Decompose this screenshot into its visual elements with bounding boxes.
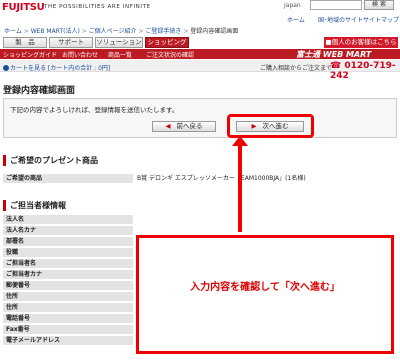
tagline: THE POSSIBILITIES ARE INFINITE <box>44 4 151 10</box>
row-label: 法人名 <box>3 215 133 225</box>
cart-arrow-icon <box>3 65 9 71</box>
sitemap-link[interactable]: サイトマップ <box>363 15 399 24</box>
breadcrumb-item[interactable]: WEB MART(法人) <box>31 28 80 35</box>
search-input[interactable] <box>310 0 362 10</box>
annotation-text: 入力内容を確認して「次へ進む」 <box>190 282 340 293</box>
breadcrumb: ホーム > WEB MART(法人) > ご個人ページ紹介 > ご登録手続き >… <box>4 26 238 35</box>
phone-number: ☎ 0120-719-242 <box>330 61 396 81</box>
breadcrumb-item[interactable]: ご個人ページ紹介 <box>89 28 137 35</box>
product-section-title: ご希望のプレゼント商品 <box>3 155 98 166</box>
search-button[interactable]: 検 索 <box>364 0 394 10</box>
contact-section-title: ご担当者様情報 <box>3 200 66 211</box>
row-label: ご担当者名 <box>3 259 133 269</box>
view-cart-link[interactable]: カートを見る [カート内の合計 : 0円] <box>3 63 110 72</box>
region-label: Japan <box>284 2 301 9</box>
region-site-link[interactable]: 国･地域のサイト <box>318 15 363 24</box>
tab-solution[interactable]: ソリューション <box>95 37 143 48</box>
row-label: 部署名 <box>3 237 133 247</box>
annotation-box: 入力内容を確認して「次へ進む」 <box>136 235 394 354</box>
breadcrumb-current: 登録内容確認画面 <box>190 28 239 35</box>
left-arrow-icon: ◀ <box>165 122 171 130</box>
header: FUJITSU THE POSSIBILITIES ARE INFINITE J… <box>0 0 400 16</box>
phone-number-text: 0120-719-242 <box>330 61 396 81</box>
annotation-arrow-shaft <box>238 140 242 232</box>
web-mart-brand: 富士通 WEB MART <box>296 50 372 59</box>
row-label: 郵便番号 <box>3 281 133 291</box>
table-row: ご希望の商品 B賞 デロンギ エスプレッソメーカー「EAM1000BJA」(1名… <box>3 174 397 184</box>
breadcrumb-sep-icon: > <box>23 28 31 35</box>
tab-support[interactable]: サポート <box>49 37 93 48</box>
row-label: ご担当者カナ <box>3 270 133 280</box>
confirm-box: 下記の内容でよろしければ、登録情報を送信いたします。 <box>3 98 397 138</box>
cart-link-label: カートを見る [カート内の合計 : 0円] <box>10 65 111 72</box>
row-label: 住所 <box>3 303 133 313</box>
tab-shopping[interactable]: ショッピング <box>145 37 189 48</box>
next-button-highlight <box>227 114 314 138</box>
phone-note: ご購入相談からご注文まで <box>260 65 333 72</box>
subnav-shopping-guide[interactable]: ショッピングガイド <box>3 50 57 59</box>
subnav-order-status[interactable]: ご注文状況の確認 <box>146 50 194 59</box>
sub-nav: ショッピングガイド お問い合わせ 商品一覧 ご注文状況の確認 富士通 WEB M… <box>0 49 400 59</box>
row-value: B賞 デロンギ エスプレッソメーカー「EAM1000BJA」(1名様) <box>137 175 306 182</box>
confirm-message: 下記の内容でよろしければ、登録情報を送信いたします。 <box>10 106 179 114</box>
personal-customer-button[interactable]: ■個人のお客様はこちら <box>324 37 398 48</box>
subnav-product-list[interactable]: 商品一覧 <box>108 50 132 59</box>
tab-products[interactable]: 製 品 <box>3 37 47 48</box>
row-label: 役職 <box>3 248 133 258</box>
breadcrumb-item[interactable]: ご登録手続き <box>145 28 181 35</box>
row-label: 法人名カナ <box>3 226 133 236</box>
cart-bar: カートを見る [カート内の合計 : 0円] ご購入相談からご注文まで ☎ 012… <box>0 60 400 81</box>
row-label: Fax番号 <box>3 325 133 335</box>
breadcrumb-sep-icon: > <box>81 28 89 35</box>
breadcrumb-item[interactable]: ホーム <box>4 28 22 35</box>
page-title: 登録内容確認画面 <box>3 86 76 96</box>
subnav-inquiry[interactable]: お問い合わせ <box>62 50 98 59</box>
back-button-label: 前へ戻る <box>176 122 203 130</box>
row-label: 住所 <box>3 292 133 302</box>
back-button[interactable]: ◀ 前へ戻る <box>152 121 216 132</box>
top-home-link[interactable]: ホーム <box>287 15 305 24</box>
row-label: ご希望の商品 <box>3 174 133 184</box>
fujitsu-logo[interactable]: FUJITSU <box>2 2 45 13</box>
table-row: 法人名 <box>3 215 397 225</box>
row-label: 電子メールアドレス <box>3 336 133 346</box>
row-label: 電話番号 <box>3 314 133 324</box>
